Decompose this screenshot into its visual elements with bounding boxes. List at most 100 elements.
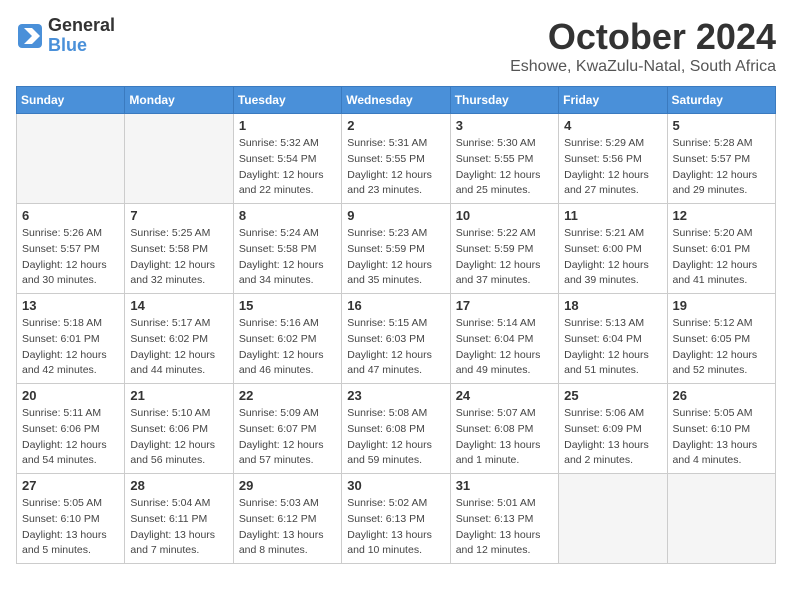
day-cell: 5 Sunrise: 5:28 AMSunset: 5:57 PMDaylight… <box>667 114 775 204</box>
day-cell: 12 Sunrise: 5:20 AMSunset: 6:01 PMDayligh… <box>667 204 775 294</box>
day-info: Sunrise: 5:26 AMSunset: 5:57 PMDaylight:… <box>22 226 119 289</box>
day-info: Sunrise: 5:08 AMSunset: 6:08 PMDaylight:… <box>347 406 444 469</box>
day-info: Sunrise: 5:07 AMSunset: 6:08 PMDaylight:… <box>456 406 553 469</box>
day-cell: 4 Sunrise: 5:29 AMSunset: 5:56 PMDaylight… <box>559 114 667 204</box>
day-number: 10 <box>456 208 553 223</box>
day-number: 12 <box>673 208 770 223</box>
day-number: 14 <box>130 298 227 313</box>
day-info: Sunrise: 5:06 AMSunset: 6:09 PMDaylight:… <box>564 406 661 469</box>
day-info: Sunrise: 5:17 AMSunset: 6:02 PMDaylight:… <box>130 316 227 379</box>
logo-icon <box>16 22 44 50</box>
day-number: 5 <box>673 118 770 133</box>
col-header-sunday: Sunday <box>17 87 125 114</box>
col-header-wednesday: Wednesday <box>342 87 450 114</box>
logo-text: General Blue <box>48 16 115 56</box>
day-info: Sunrise: 5:16 AMSunset: 6:02 PMDaylight:… <box>239 316 336 379</box>
day-number: 6 <box>22 208 119 223</box>
day-number: 4 <box>564 118 661 133</box>
day-cell: 11Sunrise: 5:21 AMSunset: 6:00 PMDayligh… <box>559 204 667 294</box>
day-info: Sunrise: 5:05 AMSunset: 6:10 PMDaylight:… <box>22 496 119 559</box>
day-info: Sunrise: 5:04 AMSunset: 6:11 PMDaylight:… <box>130 496 227 559</box>
day-number: 17 <box>456 298 553 313</box>
day-info: Sunrise: 5:09 AMSunset: 6:07 PMDaylight:… <box>239 406 336 469</box>
day-number: 16 <box>347 298 444 313</box>
day-cell <box>17 114 125 204</box>
day-number: 30 <box>347 478 444 493</box>
calendar-table: SundayMondayTuesdayWednesdayThursdayFrid… <box>16 86 776 564</box>
day-info: Sunrise: 5:01 AMSunset: 6:13 PMDaylight:… <box>456 496 553 559</box>
day-number: 20 <box>22 388 119 403</box>
day-number: 15 <box>239 298 336 313</box>
day-number: 3 <box>456 118 553 133</box>
week-row-3: 13Sunrise: 5:18 AMSunset: 6:01 PMDayligh… <box>17 294 776 384</box>
day-cell: 3 Sunrise: 5:30 AMSunset: 5:55 PMDaylight… <box>450 114 558 204</box>
header-row: SundayMondayTuesdayWednesdayThursdayFrid… <box>17 87 776 114</box>
day-info: Sunrise: 5:18 AMSunset: 6:01 PMDaylight:… <box>22 316 119 379</box>
day-cell <box>559 474 667 564</box>
week-row-1: 1 Sunrise: 5:32 AMSunset: 5:54 PMDaylight… <box>17 114 776 204</box>
day-number: 19 <box>673 298 770 313</box>
day-cell: 20 Sunrise: 5:11 AMSunset: 6:06 PMDayligh… <box>17 384 125 474</box>
day-info: Sunrise: 5:03 AMSunset: 6:12 PMDaylight:… <box>239 496 336 559</box>
week-row-4: 20 Sunrise: 5:11 AMSunset: 6:06 PMDayligh… <box>17 384 776 474</box>
day-cell: 21Sunrise: 5:10 AMSunset: 6:06 PMDayligh… <box>125 384 233 474</box>
week-row-5: 27Sunrise: 5:05 AMSunset: 6:10 PMDayligh… <box>17 474 776 564</box>
day-number: 9 <box>347 208 444 223</box>
day-cell: 19 Sunrise: 5:12 AMSunset: 6:05 PMDayligh… <box>667 294 775 384</box>
day-cell: 23Sunrise: 5:08 AMSunset: 6:08 PMDayligh… <box>342 384 450 474</box>
day-cell <box>125 114 233 204</box>
day-cell: 27Sunrise: 5:05 AMSunset: 6:10 PMDayligh… <box>17 474 125 564</box>
col-header-monday: Monday <box>125 87 233 114</box>
day-cell: 8Sunrise: 5:24 AMSunset: 5:58 PMDaylight… <box>233 204 341 294</box>
day-info: Sunrise: 5:31 AMSunset: 5:55 PMDaylight:… <box>347 136 444 199</box>
logo: General Blue <box>16 16 115 56</box>
day-cell: 30 Sunrise: 5:02 AMSunset: 6:13 PMDayligh… <box>342 474 450 564</box>
col-header-thursday: Thursday <box>450 87 558 114</box>
day-info: Sunrise: 5:32 AMSunset: 5:54 PMDaylight:… <box>239 136 336 199</box>
month-title: October 2024 <box>510 16 776 58</box>
day-cell: 10 Sunrise: 5:22 AMSunset: 5:59 PMDayligh… <box>450 204 558 294</box>
day-cell: 9Sunrise: 5:23 AMSunset: 5:59 PMDaylight… <box>342 204 450 294</box>
day-info: Sunrise: 5:30 AMSunset: 5:55 PMDaylight:… <box>456 136 553 199</box>
col-header-saturday: Saturday <box>667 87 775 114</box>
day-cell: 31 Sunrise: 5:01 AMSunset: 6:13 PMDayligh… <box>450 474 558 564</box>
day-number: 2 <box>347 118 444 133</box>
day-info: Sunrise: 5:12 AMSunset: 6:05 PMDaylight:… <box>673 316 770 379</box>
logo-line2: Blue <box>48 36 115 56</box>
day-number: 8 <box>239 208 336 223</box>
day-cell: 18 Sunrise: 5:13 AMSunset: 6:04 PMDayligh… <box>559 294 667 384</box>
day-info: Sunrise: 5:10 AMSunset: 6:06 PMDaylight:… <box>130 406 227 469</box>
day-info: Sunrise: 5:05 AMSunset: 6:10 PMDaylight:… <box>673 406 770 469</box>
day-cell: 2 Sunrise: 5:31 AMSunset: 5:55 PMDaylight… <box>342 114 450 204</box>
day-info: Sunrise: 5:14 AMSunset: 6:04 PMDaylight:… <box>456 316 553 379</box>
day-info: Sunrise: 5:20 AMSunset: 6:01 PMDaylight:… <box>673 226 770 289</box>
day-info: Sunrise: 5:29 AMSunset: 5:56 PMDaylight:… <box>564 136 661 199</box>
day-cell: 15 Sunrise: 5:16 AMSunset: 6:02 PMDayligh… <box>233 294 341 384</box>
day-number: 29 <box>239 478 336 493</box>
col-header-friday: Friday <box>559 87 667 114</box>
day-info: Sunrise: 5:11 AMSunset: 6:06 PMDaylight:… <box>22 406 119 469</box>
day-cell: 16Sunrise: 5:15 AMSunset: 6:03 PMDayligh… <box>342 294 450 384</box>
day-cell: 25 Sunrise: 5:06 AMSunset: 6:09 PMDayligh… <box>559 384 667 474</box>
day-cell: 7Sunrise: 5:25 AMSunset: 5:58 PMDaylight… <box>125 204 233 294</box>
col-header-tuesday: Tuesday <box>233 87 341 114</box>
day-number: 31 <box>456 478 553 493</box>
day-number: 26 <box>673 388 770 403</box>
day-cell: 1 Sunrise: 5:32 AMSunset: 5:54 PMDaylight… <box>233 114 341 204</box>
day-number: 18 <box>564 298 661 313</box>
day-number: 25 <box>564 388 661 403</box>
day-info: Sunrise: 5:25 AMSunset: 5:58 PMDaylight:… <box>130 226 227 289</box>
day-info: Sunrise: 5:13 AMSunset: 6:04 PMDaylight:… <box>564 316 661 379</box>
day-number: 28 <box>130 478 227 493</box>
day-cell: 24Sunrise: 5:07 AMSunset: 6:08 PMDayligh… <box>450 384 558 474</box>
day-number: 22 <box>239 388 336 403</box>
day-cell: 17 Sunrise: 5:14 AMSunset: 6:04 PMDayligh… <box>450 294 558 384</box>
day-cell: 22 Sunrise: 5:09 AMSunset: 6:07 PMDayligh… <box>233 384 341 474</box>
day-info: Sunrise: 5:28 AMSunset: 5:57 PMDaylight:… <box>673 136 770 199</box>
day-number: 1 <box>239 118 336 133</box>
day-info: Sunrise: 5:02 AMSunset: 6:13 PMDaylight:… <box>347 496 444 559</box>
day-cell: 13Sunrise: 5:18 AMSunset: 6:01 PMDayligh… <box>17 294 125 384</box>
day-cell: 14 Sunrise: 5:17 AMSunset: 6:02 PMDayligh… <box>125 294 233 384</box>
day-info: Sunrise: 5:22 AMSunset: 5:59 PMDaylight:… <box>456 226 553 289</box>
day-cell: 26 Sunrise: 5:05 AMSunset: 6:10 PMDayligh… <box>667 384 775 474</box>
